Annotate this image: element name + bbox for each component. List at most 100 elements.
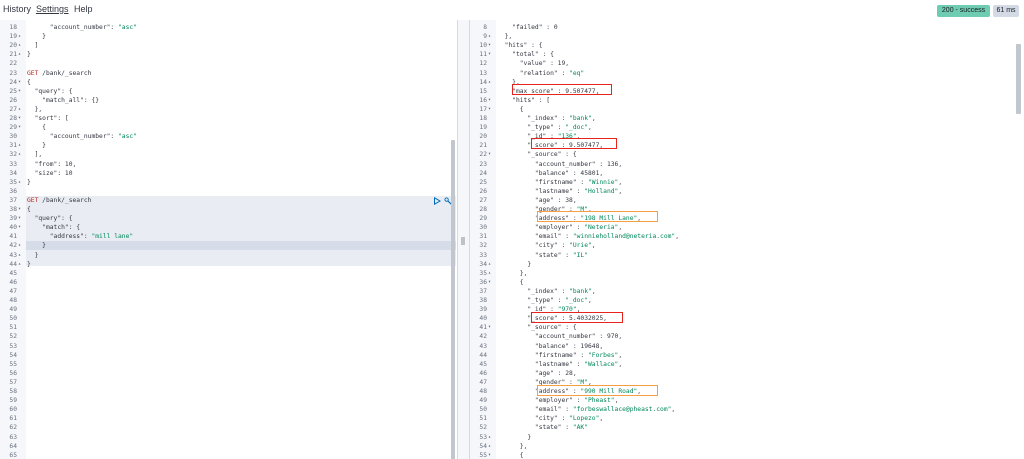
line-number: 22 bbox=[479, 151, 487, 159]
fold-open-icon[interactable]: ▾ bbox=[18, 223, 24, 232]
fold-close-icon[interactable]: ▴ bbox=[18, 178, 24, 187]
editor-scrollbar[interactable] bbox=[451, 140, 455, 459]
code-line: 19 ▴ } bbox=[0, 32, 457, 41]
resize-handle-icon[interactable] bbox=[461, 237, 465, 245]
line-number: 16 bbox=[479, 96, 487, 104]
fold-open-icon[interactable]: ▾ bbox=[488, 323, 494, 332]
fold-open-icon[interactable]: ▾ bbox=[488, 41, 494, 50]
code-line: 36 bbox=[0, 187, 457, 196]
code-text: "_index" : "bank", bbox=[527, 287, 596, 295]
code-text: "total" : { bbox=[512, 51, 554, 59]
fold-open-icon[interactable]: ▾ bbox=[18, 205, 24, 214]
status-badge: 200 - success bbox=[937, 5, 990, 17]
line-number: 10 bbox=[479, 42, 487, 50]
request-editor[interactable]: 18 "account_number": "asc" 19 ▴ } 20 ▴ ] 21 ▴}… bbox=[0, 20, 457, 459]
code-line: 34 ▴ } bbox=[470, 260, 1024, 269]
fold-open-icon[interactable]: ▾ bbox=[18, 123, 24, 132]
line-number: 28 bbox=[479, 206, 487, 213]
menu-help[interactable]: Help bbox=[74, 4, 93, 14]
line-number: 51 bbox=[479, 415, 487, 423]
code-line: 43 "balance" : 19648, bbox=[470, 342, 1024, 351]
response-scrollbar[interactable] bbox=[1016, 44, 1021, 114]
fold-close-icon[interactable]: ▴ bbox=[488, 78, 494, 87]
code-line: 49 "employer" : "Pheast", bbox=[470, 396, 1024, 405]
fold-close-icon[interactable]: ▴ bbox=[18, 241, 24, 250]
fold-open-icon[interactable]: ▾ bbox=[488, 150, 494, 159]
code-line: 23 "account_number" : 136, bbox=[470, 160, 1024, 169]
code-text: "size": 10 bbox=[34, 169, 73, 177]
code-text: "city" : "Urie", bbox=[534, 242, 596, 250]
fold-close-icon[interactable]: ▴ bbox=[18, 50, 24, 59]
code-line: 57 bbox=[0, 378, 457, 387]
code-text: "query": { bbox=[34, 87, 73, 95]
fold-open-icon[interactable]: ▾ bbox=[488, 105, 494, 114]
fold-close-icon[interactable]: ▴ bbox=[18, 32, 24, 41]
menu-settings[interactable]: Settings bbox=[36, 4, 69, 14]
code-line: 27 ▴ }, bbox=[0, 105, 457, 114]
code-line: 10 ▾ "hits" : { bbox=[470, 41, 1024, 50]
code-line: 25 "firstname" : "Winnie", bbox=[470, 178, 1024, 187]
code-text: ], bbox=[27, 151, 43, 159]
fold-close-icon[interactable]: ▴ bbox=[488, 269, 494, 278]
line-number: 42 bbox=[479, 333, 487, 341]
fold-close-icon[interactable]: ▴ bbox=[18, 251, 24, 260]
code-text: "address": "mill lane" bbox=[49, 233, 134, 241]
code-text: } bbox=[497, 433, 532, 441]
line-number: 49 bbox=[479, 397, 487, 405]
code-line: 64 bbox=[0, 442, 457, 451]
fold-close-icon[interactable]: ▴ bbox=[18, 141, 24, 150]
code-line: 26 "match_all": {} bbox=[0, 96, 457, 105]
code-line: 33 "from": 10, bbox=[0, 160, 457, 169]
code-line: 24 "balance" : 45801, bbox=[470, 169, 1024, 178]
line-number: 64 bbox=[9, 442, 17, 450]
code-line: 54 bbox=[0, 351, 457, 360]
fold-close-icon[interactable]: ▴ bbox=[18, 150, 24, 159]
line-number: 57 bbox=[9, 378, 17, 386]
fold-close-icon[interactable]: ▴ bbox=[18, 41, 24, 50]
code-text: "employer" : "Pheast", bbox=[534, 397, 619, 405]
line-number: 52 bbox=[9, 333, 17, 341]
fold-close-icon[interactable]: ▴ bbox=[18, 260, 24, 269]
code-line: 37 GET /bank/_search bbox=[0, 196, 457, 205]
fold-open-icon[interactable]: ▾ bbox=[488, 278, 494, 287]
code-text: "_index" : "bank", bbox=[527, 115, 596, 122]
fold-close-icon[interactable]: ▴ bbox=[488, 433, 494, 442]
code-line: 49 bbox=[0, 305, 457, 314]
fold-open-icon[interactable]: ▾ bbox=[18, 78, 24, 87]
line-number: 53 bbox=[479, 433, 487, 441]
fold-close-icon[interactable]: ▴ bbox=[18, 105, 24, 114]
code-line: 46 bbox=[0, 278, 457, 287]
code-line: 65 bbox=[0, 451, 457, 459]
fold-close-icon[interactable]: ▴ bbox=[488, 32, 494, 41]
code-text: "_source" : { bbox=[527, 151, 577, 159]
response-time-badge: 61 ms bbox=[993, 5, 1019, 17]
line-number: 21 bbox=[479, 142, 487, 150]
code-line: 42 ▴ } bbox=[0, 241, 457, 250]
line-number: 32 bbox=[479, 242, 487, 250]
menu-history[interactable]: History bbox=[3, 4, 31, 14]
line-number: 17 bbox=[479, 105, 487, 113]
code-line: 38 "_type" : "_doc", bbox=[470, 296, 1024, 305]
fold-open-icon[interactable]: ▾ bbox=[488, 96, 494, 105]
code-line: 16 ▾ "hits" : [ bbox=[470, 96, 1024, 105]
fold-close-icon[interactable]: ▴ bbox=[488, 442, 494, 451]
fold-close-icon[interactable]: ▴ bbox=[488, 260, 494, 269]
line-number: 22 bbox=[9, 60, 17, 68]
fold-open-icon[interactable]: ▾ bbox=[488, 50, 494, 59]
line-number: 37 bbox=[479, 287, 487, 295]
code-line: 40 ▾ "match": { bbox=[0, 223, 457, 232]
code-text: } bbox=[27, 260, 31, 268]
code-text: "account_number" : 136, bbox=[534, 160, 623, 168]
code-line: 42 "account_number" : 970, bbox=[470, 332, 1024, 341]
code-text: "firstname" : "Winnie", bbox=[534, 178, 623, 186]
fold-open-icon[interactable]: ▾ bbox=[18, 87, 24, 96]
code-line: 52 "state" : "AK" bbox=[470, 423, 1024, 432]
code-text: "account_number": "asc" bbox=[49, 24, 137, 31]
play-icon[interactable] bbox=[433, 197, 441, 205]
code-line: 37 "_index" : "bank", bbox=[470, 287, 1024, 296]
line-number: 47 bbox=[9, 287, 17, 295]
fold-open-icon[interactable]: ▾ bbox=[488, 451, 494, 459]
fold-open-icon[interactable]: ▾ bbox=[18, 214, 24, 223]
code-line: 25 ▾ "query": { bbox=[0, 87, 457, 96]
fold-open-icon[interactable]: ▾ bbox=[18, 114, 24, 123]
